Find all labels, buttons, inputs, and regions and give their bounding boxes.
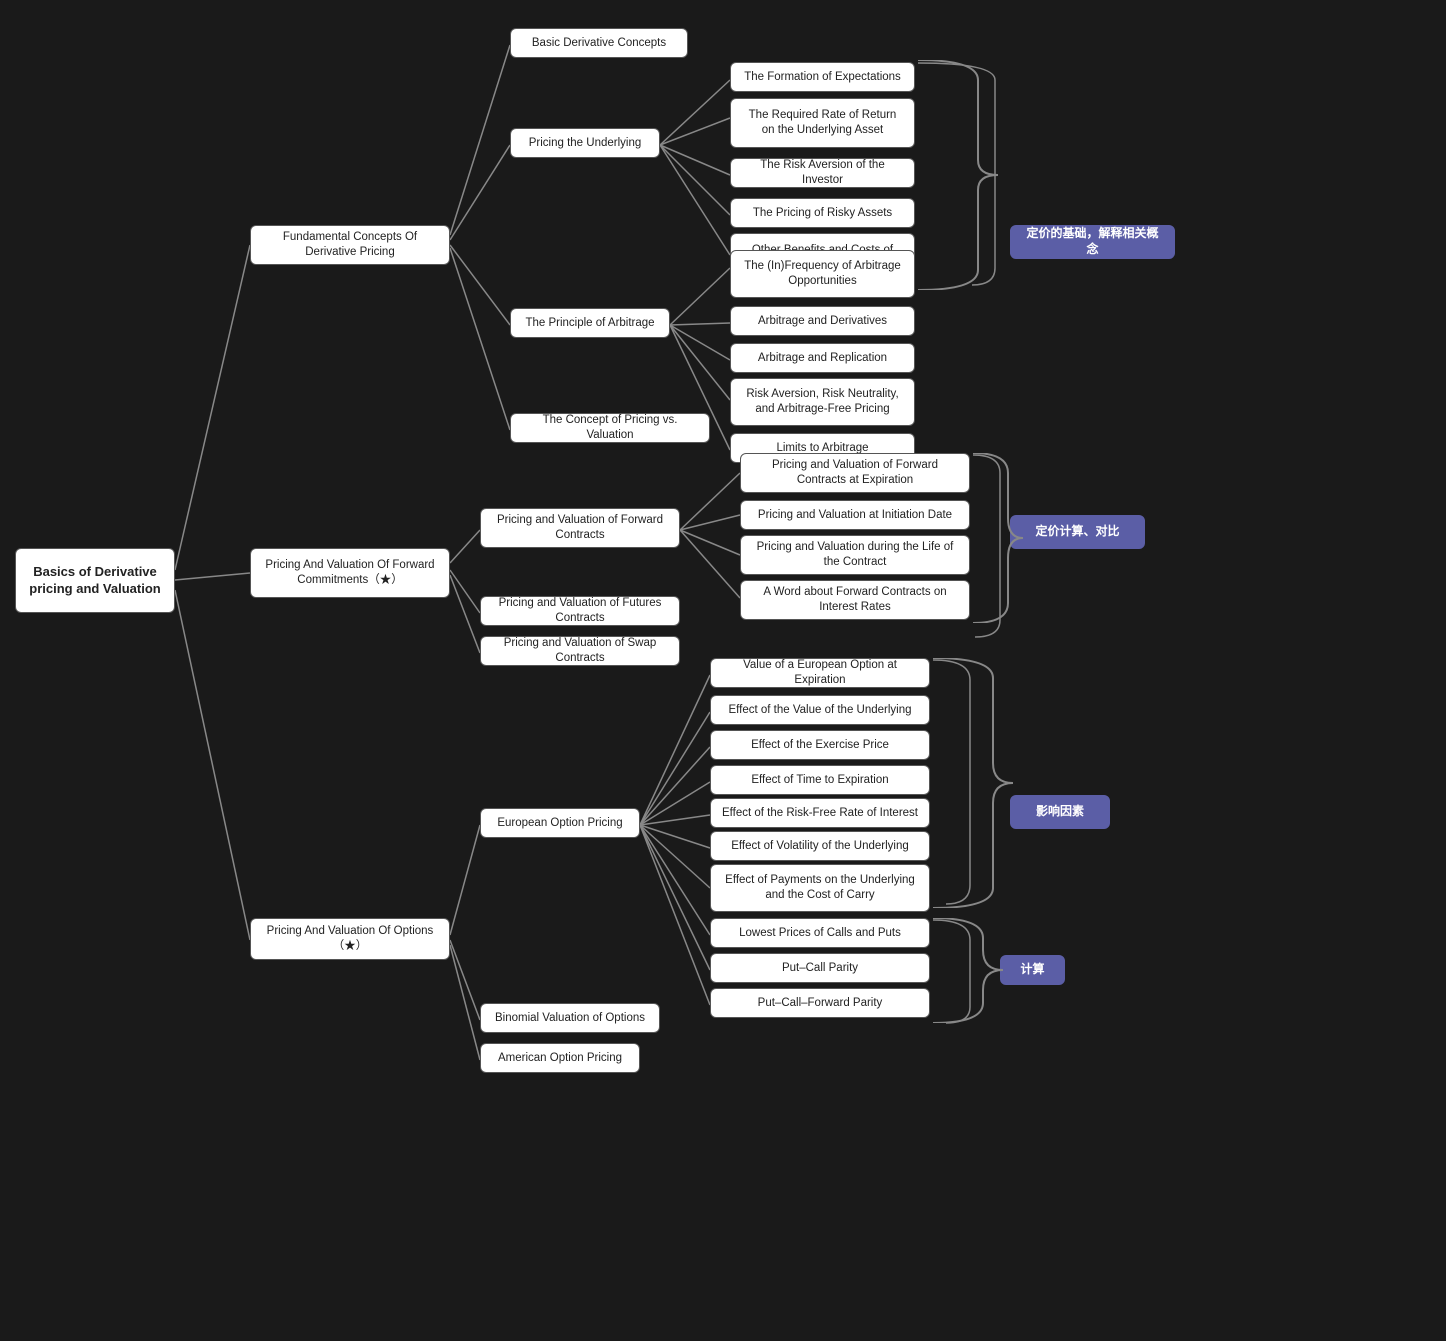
infrequency-node: The (In)Frequency of Arbitrage Opportuni… <box>730 250 915 298</box>
pv-life-node: Pricing and Valuation during the Life of… <box>740 535 970 575</box>
pricing-futures-node: Pricing and Valuation of Futures Contrac… <box>480 596 680 626</box>
binomial-val-node: Binomial Valuation of Options <box>480 1003 660 1033</box>
american-option-node: American Option Pricing <box>480 1043 640 1073</box>
bracket-european-factors <box>933 658 1023 908</box>
put-call-forward-node: Put–Call–Forward Parity <box>710 988 930 1018</box>
basic-deriv-node: Basic Derivative Concepts <box>510 28 688 58</box>
pv-initiation-node: Pricing and Valuation at Initiation Date <box>740 500 970 530</box>
pv-forward-expiration-node: Pricing and Valuation of Forward Contrac… <box>740 453 970 493</box>
pricing-forward-commitments-node: Pricing And Valuation Of Forward Commitm… <box>250 548 450 598</box>
principle-arbitrage-node: The Principle of Arbitrage <box>510 308 670 338</box>
pricing-underlying-node: Pricing the Underlying <box>510 128 660 158</box>
required-rate-node: The Required Rate of Return on the Under… <box>730 98 915 148</box>
label-dingjiajichu: 定价的基础，解释相关概念 <box>1010 225 1175 259</box>
effect-value-underlying-node: Effect of the Value of the Underlying <box>710 695 930 725</box>
pricing-options-node: Pricing And Valuation Of Options（★） <box>250 918 450 960</box>
pricing-risky-node: The Pricing of Risky Assets <box>730 198 915 228</box>
bracket-parity <box>933 918 1013 1023</box>
arbitrage-derivatives-node: Arbitrage and Derivatives <box>730 306 915 336</box>
value-european-node: Value of a European Option at Expiration <box>710 658 930 688</box>
put-call-parity-node: Put–Call Parity <box>710 953 930 983</box>
root-node: Basics of Derivative pricing and Valuati… <box>15 548 175 613</box>
risk-neutrality-node: Risk Aversion, Risk Neutrality, and Arbi… <box>730 378 915 426</box>
label-dingjijisuan: 定价计算、对比 <box>1010 515 1145 549</box>
formation-expectations-node: The Formation of Expectations <box>730 62 915 92</box>
pricing-swap-node: Pricing and Valuation of Swap Contracts <box>480 636 680 666</box>
bracket-forward <box>973 453 1023 623</box>
word-forward-node: A Word about Forward Contracts on Intere… <box>740 580 970 620</box>
label-yingxiangyinsu: 影响因素 <box>1010 795 1110 829</box>
risk-aversion-node: The Risk Aversion of the Investor <box>730 158 915 188</box>
fundamental-node: Fundamental Concepts Of Derivative Prici… <box>250 225 450 265</box>
effect-payments-node: Effect of Payments on the Underlying and… <box>710 864 930 912</box>
arbitrage-replication-node: Arbitrage and Replication <box>730 343 915 373</box>
concept-pricing-node: The Concept of Pricing vs. Valuation <box>510 413 710 443</box>
effect-time-expiration-node: Effect of Time to Expiration <box>710 765 930 795</box>
european-option-node: European Option Pricing <box>480 808 640 838</box>
mindmap-canvas: Basics of Derivative pricing and Valuati… <box>0 0 1446 1341</box>
effect-risk-free-node: Effect of the Risk-Free Rate of Interest <box>710 798 930 828</box>
effect-volatility-node: Effect of Volatility of the Underlying <box>710 831 930 861</box>
pricing-forward-contracts-node: Pricing and Valuation of Forward Contrac… <box>480 508 680 548</box>
bracket-fundamental <box>918 60 1018 290</box>
effect-exercise-price-node: Effect of the Exercise Price <box>710 730 930 760</box>
lowest-prices-node: Lowest Prices of Calls and Puts <box>710 918 930 948</box>
